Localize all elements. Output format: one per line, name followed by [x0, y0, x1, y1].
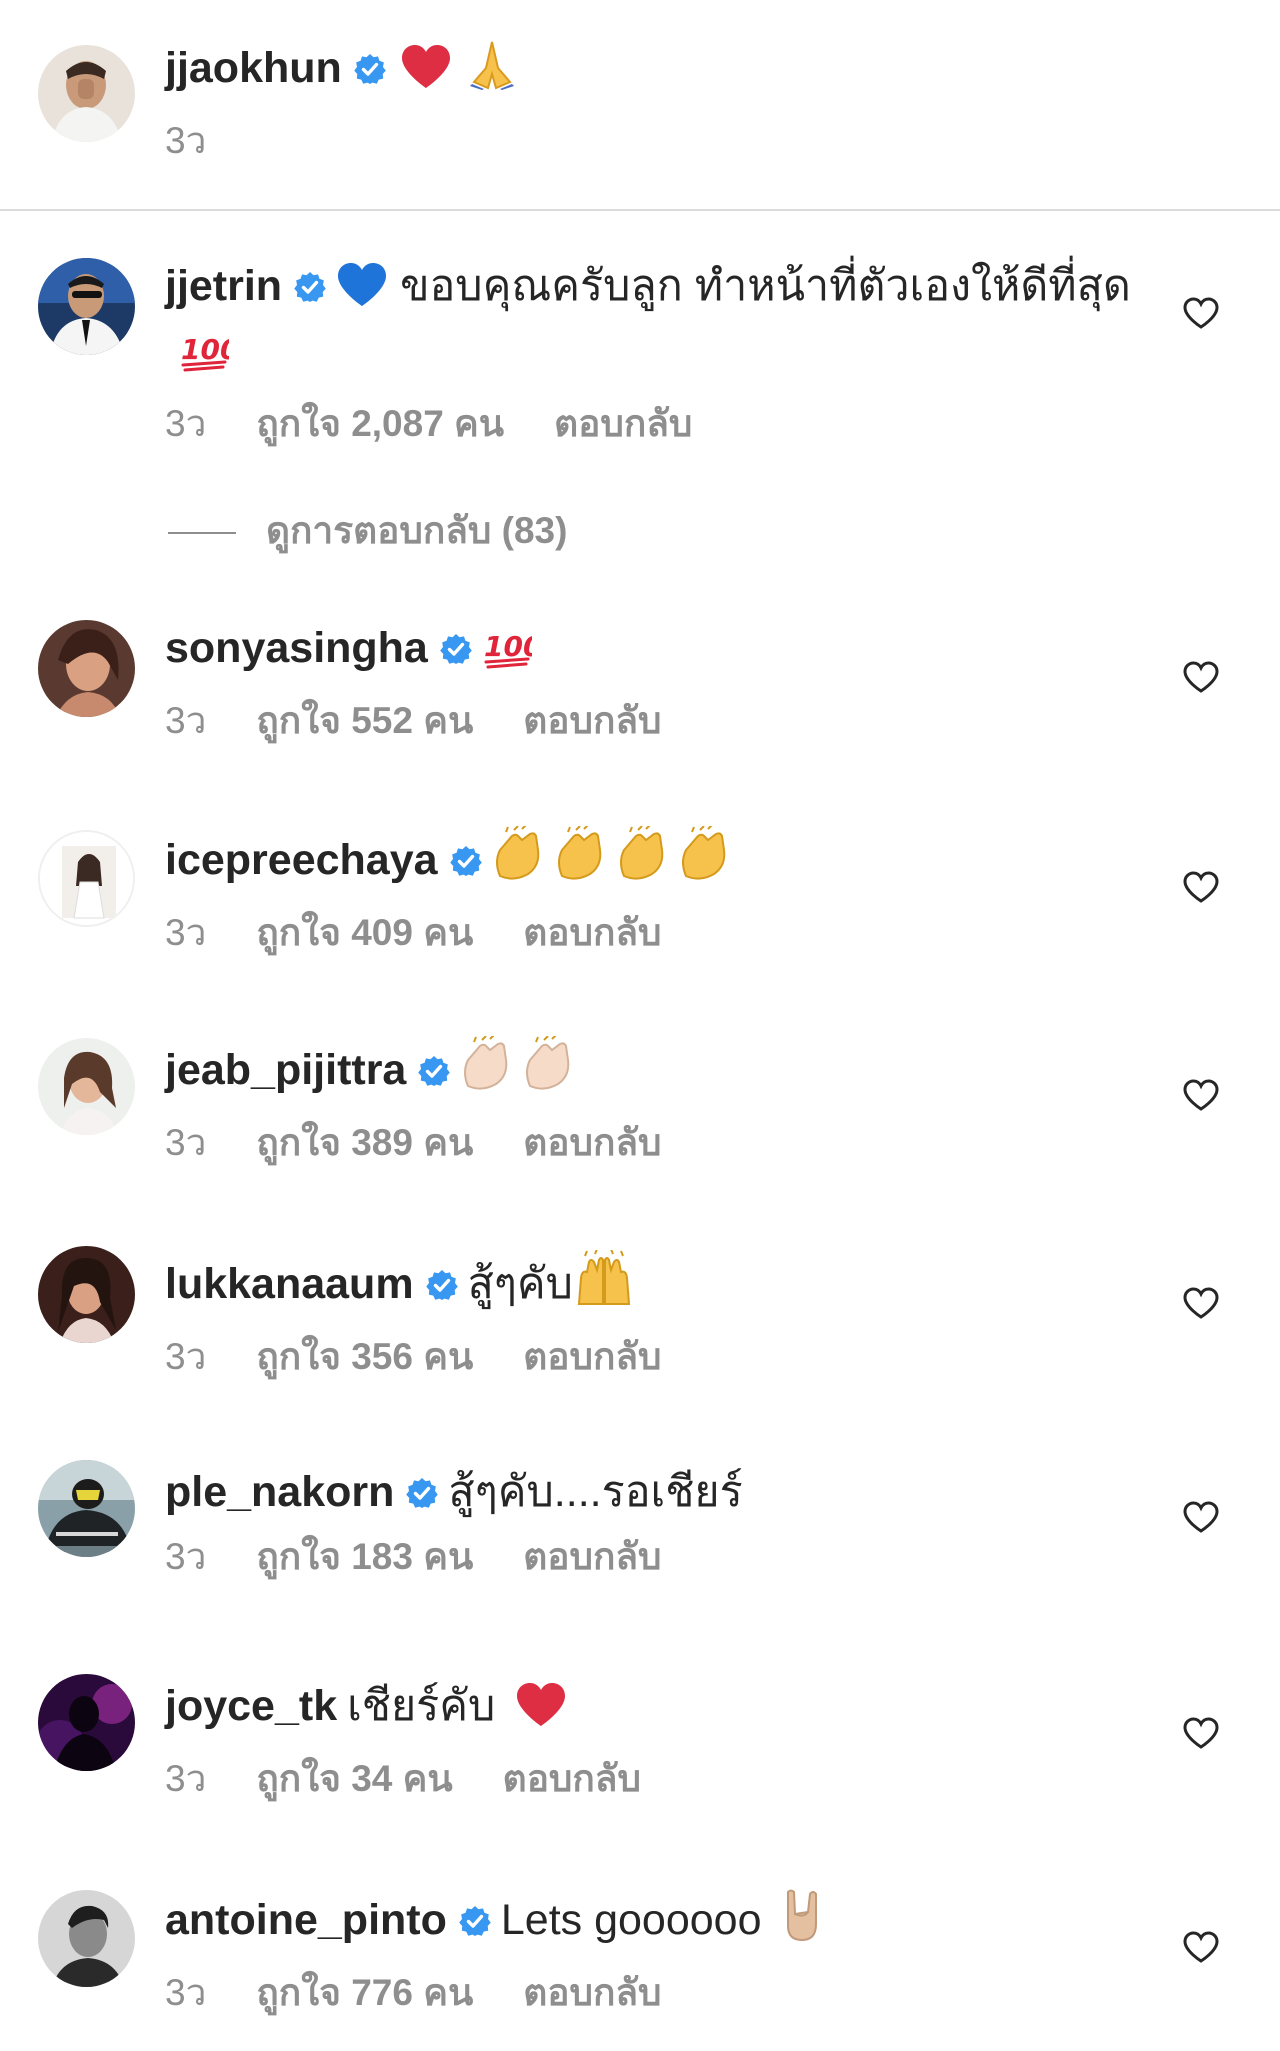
clapping-hands-light-emoji-icon — [460, 1034, 584, 1107]
timestamp: 3ว — [165, 1758, 207, 1799]
hundred-points-emoji-icon: 100 — [179, 329, 239, 388]
username[interactable]: sonyasingha — [165, 624, 428, 672]
divider — [0, 209, 1280, 211]
clapping-hands-emoji-icon — [492, 824, 742, 897]
comment-text: เชียร์คับ — [347, 1682, 496, 1730]
raising-hands-emoji-icon — [575, 1248, 633, 1321]
reply-button[interactable]: ตอบกลับ — [523, 912, 661, 953]
likes-count[interactable]: ถูกใจ 183 คน — [256, 1536, 473, 1577]
avatar[interactable] — [38, 45, 135, 142]
likes-count[interactable]: ถูกใจ 2,087 คน — [256, 403, 504, 444]
comment-text: ขอบคุณครับลูก ทำหน้าที่ตัวเองให้ดีที่สุด — [400, 262, 1131, 310]
likes-count[interactable]: ถูกใจ 389 คน — [256, 1122, 473, 1163]
blue-heart-emoji-icon — [336, 262, 388, 323]
username[interactable]: jjaokhun — [165, 44, 342, 92]
verified-badge-icon — [353, 53, 386, 85]
reply-button[interactable]: ตอบกลับ — [523, 700, 661, 741]
likes-count[interactable]: ถูกใจ 356 คน — [256, 1336, 473, 1377]
heart-outline-icon[interactable] — [1182, 1716, 1220, 1750]
likes-count[interactable]: ถูกใจ 409 คน — [256, 912, 473, 953]
red-heart-emoji-icon — [515, 1682, 567, 1743]
avatar[interactable] — [38, 620, 135, 717]
avatar[interactable] — [38, 1890, 135, 1987]
reply-button[interactable]: ตอบกลับ — [523, 1122, 661, 1163]
timestamp: 3ว — [165, 1536, 207, 1577]
username[interactable]: icepreechaya — [165, 836, 438, 884]
verified-badge-icon — [439, 633, 472, 665]
reply-button[interactable]: ตอบกลับ — [523, 1536, 661, 1577]
username[interactable]: ple_nakorn — [165, 1468, 394, 1516]
comment-text: Lets goooooo — [500, 1896, 762, 1944]
post-caption: jjaokhun 3ว — [0, 0, 1280, 210]
timestamp: 3ว — [165, 120, 207, 161]
timestamp: 3ว — [165, 1336, 207, 1377]
red-heart-emoji-icon — [400, 44, 452, 105]
reply-button[interactable]: ตอบกลับ — [523, 1336, 661, 1377]
comment-text: สู้ๆคับ....รอเชียร์ — [448, 1468, 743, 1516]
verified-badge-icon — [418, 1055, 451, 1087]
verified-badge-icon — [294, 271, 327, 303]
heart-outline-icon[interactable] — [1182, 296, 1220, 330]
likes-count[interactable]: ถูกใจ 552 คน — [256, 700, 473, 741]
timestamp: 3ว — [165, 1122, 207, 1163]
likes-count[interactable]: ถูกใจ 776 คน — [256, 1972, 473, 2013]
verified-badge-icon — [449, 845, 482, 877]
avatar[interactable] — [38, 1674, 135, 1771]
username[interactable]: antoine_pinto — [165, 1896, 447, 1944]
folded-hands-emoji-icon — [466, 40, 518, 105]
avatar[interactable] — [38, 258, 135, 355]
sign-of-the-horns-emoji-icon — [782, 1888, 822, 1957]
heart-outline-icon[interactable] — [1182, 870, 1220, 904]
reply-button[interactable]: ตอบกลับ — [523, 1972, 661, 2013]
avatar[interactable] — [38, 1460, 135, 1557]
verified-badge-icon — [406, 1477, 439, 1509]
hundred-points-emoji-icon: 100 — [482, 626, 542, 685]
username[interactable]: joyce_tk — [165, 1682, 337, 1730]
timestamp: 3ว — [165, 403, 207, 444]
username[interactable]: jjetrin — [165, 262, 282, 310]
timestamp: 3ว — [165, 700, 207, 741]
reply-button[interactable]: ตอบกลับ — [554, 403, 692, 444]
avatar[interactable] — [38, 1038, 135, 1135]
heart-outline-icon[interactable] — [1182, 1930, 1220, 1964]
replies-rule — [168, 532, 236, 535]
avatar[interactable] — [38, 830, 135, 927]
heart-outline-icon[interactable] — [1182, 660, 1220, 694]
heart-outline-icon[interactable] — [1182, 1286, 1220, 1320]
avatar[interactable] — [38, 1246, 135, 1343]
timestamp: 3ว — [165, 912, 207, 953]
likes-count[interactable]: ถูกใจ 34 คน — [256, 1758, 452, 1799]
view-replies-label: ดูการตอบกลับ (83) — [266, 510, 568, 551]
comment-text: สู้ๆคับ — [467, 1260, 573, 1308]
verified-badge-icon — [425, 1269, 458, 1301]
timestamp: 3ว — [165, 1972, 207, 2013]
reply-button[interactable]: ตอบกลับ — [503, 1758, 641, 1799]
heart-outline-icon[interactable] — [1182, 1078, 1220, 1112]
username[interactable]: lukkanaaum — [165, 1260, 414, 1308]
heart-outline-icon[interactable] — [1182, 1500, 1220, 1534]
username[interactable]: jeab_pijittra — [165, 1046, 406, 1094]
view-replies-button[interactable]: ดูการตอบกลับ (83) — [168, 508, 567, 554]
verified-badge-icon — [458, 1905, 491, 1937]
